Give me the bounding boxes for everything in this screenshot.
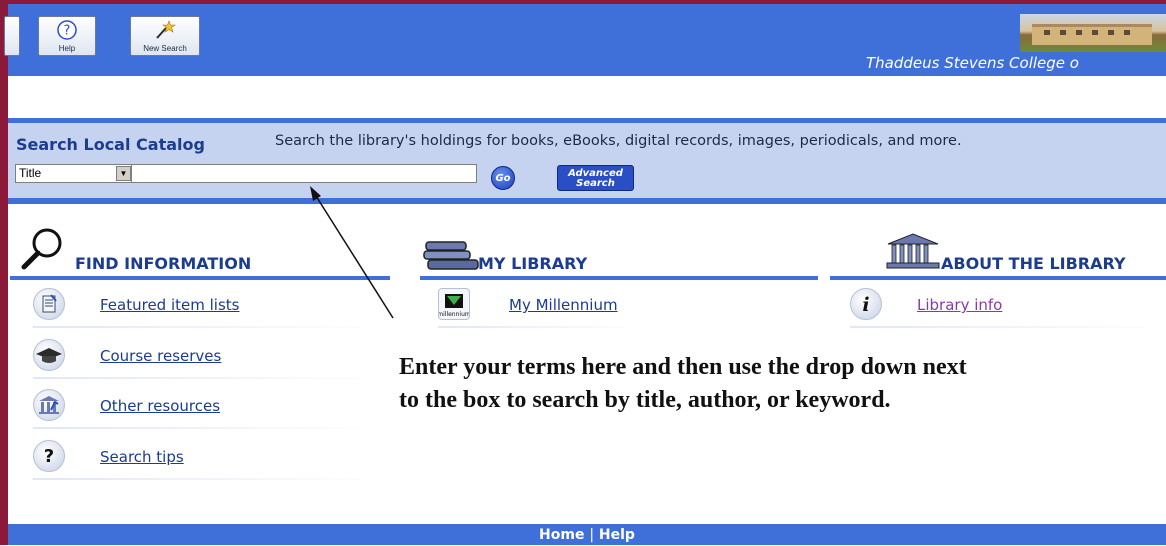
footer-help-link[interactable]: Help xyxy=(599,527,635,543)
annotation-note: Enter your terms here and then use the d… xyxy=(399,354,967,413)
footer-separator: | xyxy=(589,527,595,543)
footer-home-link[interactable]: Home xyxy=(539,527,584,543)
footer-bar: Home | Help xyxy=(8,524,1166,545)
annotation-arrow xyxy=(310,186,394,319)
